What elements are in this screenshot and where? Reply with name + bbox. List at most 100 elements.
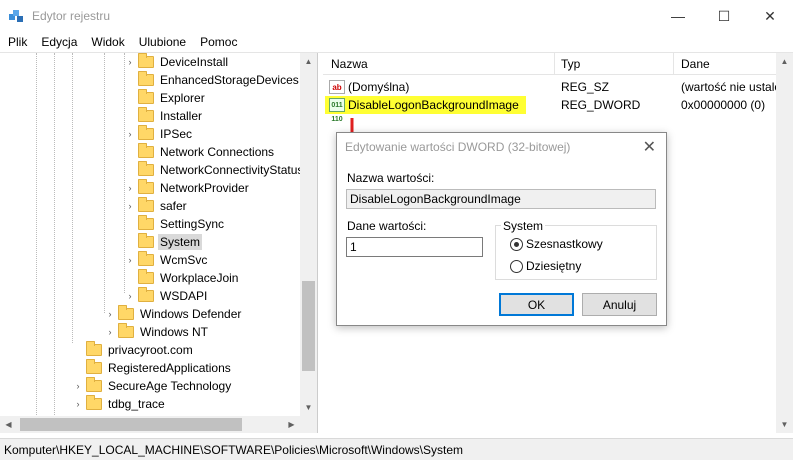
menu-view[interactable]: Widok [91,35,124,49]
tree-item[interactable]: System [124,233,203,251]
tree-item-label: NetworkProvider [160,181,249,195]
column-divider[interactable] [554,53,555,75]
tree-item-label: WorkplaceJoin [160,271,239,285]
tree-item[interactable]: › WcmSvc [124,251,209,269]
close-button[interactable]: ✕ [747,0,793,32]
tree-item-label: EnhancedStorageDevices [160,73,299,87]
tree-item[interactable]: › WSDAPI [124,287,209,305]
menu-favorites[interactable]: Ulubione [139,35,186,49]
cancel-button[interactable]: Anuluj [582,293,657,316]
column-type-header[interactable]: Typ [561,57,580,71]
tree-item[interactable]: › SecureAge Technology [72,377,233,395]
tree-item[interactable]: NetworkConnectivityStatusIndicator [124,161,317,179]
chevron-right-icon[interactable]: › [124,129,136,139]
chevron-right-icon[interactable]: › [124,183,136,193]
tree-item-label: SecureAge Technology [108,379,232,393]
tree-item[interactable]: › Windows NT [104,323,210,341]
tree-item[interactable]: › NetworkProvider [124,179,251,197]
folder-icon [138,161,154,176]
tree-item-label: Explorer [160,91,205,105]
chevron-right-icon[interactable]: › [104,309,116,319]
chevron-right-icon[interactable]: › [124,57,136,67]
value-row[interactable]: 011 110 DisableLogonBackgroundImage REG_… [323,96,793,123]
column-data-header[interactable]: Dane [681,57,710,71]
tree-item[interactable]: SettingSync [124,215,226,233]
chevron-right-icon[interactable]: › [104,327,116,337]
folder-icon [86,341,102,356]
title-bar: Edytor rejestru — ☐ ✕ [0,0,793,32]
list-header: Nazwa Typ Dane [323,53,793,75]
hex-radio[interactable]: Szesnastkowy [510,237,603,251]
scroll-up-icon[interactable]: ▲ [300,53,317,70]
value-data-label: Dane wartości: [347,219,427,233]
tree-horizontal-scrollbar[interactable]: ◀ ▶ [0,416,300,433]
tree-item[interactable]: Network Connections [124,143,276,161]
chevron-right-icon[interactable]: › [72,381,84,391]
value-row[interactable]: ab (Domyślna) REG_SZ (wartość nie ustalo… [323,78,793,96]
scroll-right-icon[interactable]: ▶ [283,416,300,433]
value-data-field[interactable] [346,237,483,257]
menu-help[interactable]: Pomoc [200,35,237,49]
tree-item[interactable]: Explorer [124,89,207,107]
tree-item[interactable]: privacyroot.com [72,341,195,359]
tree-item-label: RegisteredApplications [108,361,231,375]
folder-icon [86,395,102,410]
tree-item[interactable]: RegisteredApplications [72,359,233,377]
dialog-close-button[interactable]: ✕ [643,137,656,157]
scroll-left-icon[interactable]: ◀ [0,416,17,433]
tree-item-label: Network Connections [160,145,275,159]
tree-item-label: tdbg_trace [108,397,165,411]
tree-guide-line [72,53,73,343]
dec-radio[interactable]: Dziesiętny [510,259,581,273]
tree-item-label: SettingSync [160,217,225,231]
scroll-up-icon[interactable]: ▲ [776,53,793,70]
chevron-right-icon[interactable]: › [124,291,136,301]
tree-item[interactable]: EnhancedStorageDevices [124,71,301,89]
folder-icon [138,125,154,140]
menu-bar: Plik Edycja Widok Ulubione Pomoc [0,32,793,52]
tree-item-label: safer [160,199,187,213]
tree-item[interactable]: › safer [124,197,189,215]
dec-radio-label: Dziesiętny [526,259,582,273]
folder-icon [138,215,154,230]
maximize-button[interactable]: ☐ [701,0,747,32]
menu-file[interactable]: Plik [8,35,27,49]
folder-icon [138,143,154,158]
menu-edit[interactable]: Edycja [41,35,77,49]
scroll-down-icon[interactable]: ▼ [776,416,793,433]
column-divider[interactable] [673,53,674,75]
folder-icon [86,377,102,392]
tree-vertical-scrollbar[interactable]: ▲ ▼ [300,53,317,416]
tree-guide-line [36,53,37,433]
folder-icon [138,71,154,86]
hex-radio-label: Szesnastkowy [526,237,603,251]
tree-item[interactable]: › DeviceInstall [124,53,230,71]
value-name-label: Nazwa wartości: [347,171,435,185]
radio-checked-icon[interactable] [510,237,523,251]
value-data: 0x00000000 (0) [681,98,766,112]
registry-editor-icon [9,10,23,22]
tree-item-label: DeviceInstall [160,55,229,69]
folder-icon [138,251,154,266]
tree-item[interactable]: Installer [124,107,204,125]
scroll-down-icon[interactable]: ▼ [300,399,317,416]
tree-item[interactable]: WorkplaceJoin [124,269,240,287]
minimize-button[interactable]: — [655,0,701,32]
tree-item[interactable]: › tdbg_trace [72,395,167,413]
tree-item[interactable]: › IPSec [124,125,194,143]
chevron-right-icon[interactable]: › [124,255,136,265]
tree-hscroll-thumb[interactable] [20,418,242,431]
tree-item-label: WSDAPI [160,289,208,303]
radio-unchecked-icon[interactable] [510,259,523,273]
tree-vscroll-thumb[interactable] [302,281,315,371]
chevron-right-icon[interactable]: › [124,201,136,211]
column-name-header[interactable]: Nazwa [331,57,368,71]
base-group-label: System [501,219,546,233]
key-tree[interactable]: › DeviceInstall EnhancedStorageDevices Expl… [0,53,318,433]
tree-item[interactable]: › Windows Defender [104,305,243,323]
chevron-right-icon[interactable]: › [72,399,84,409]
value-name-field[interactable] [346,189,656,209]
folder-icon [138,89,154,104]
list-vertical-scrollbar[interactable]: ▲ ▼ [776,53,793,433]
ok-button[interactable]: OK [499,293,574,316]
